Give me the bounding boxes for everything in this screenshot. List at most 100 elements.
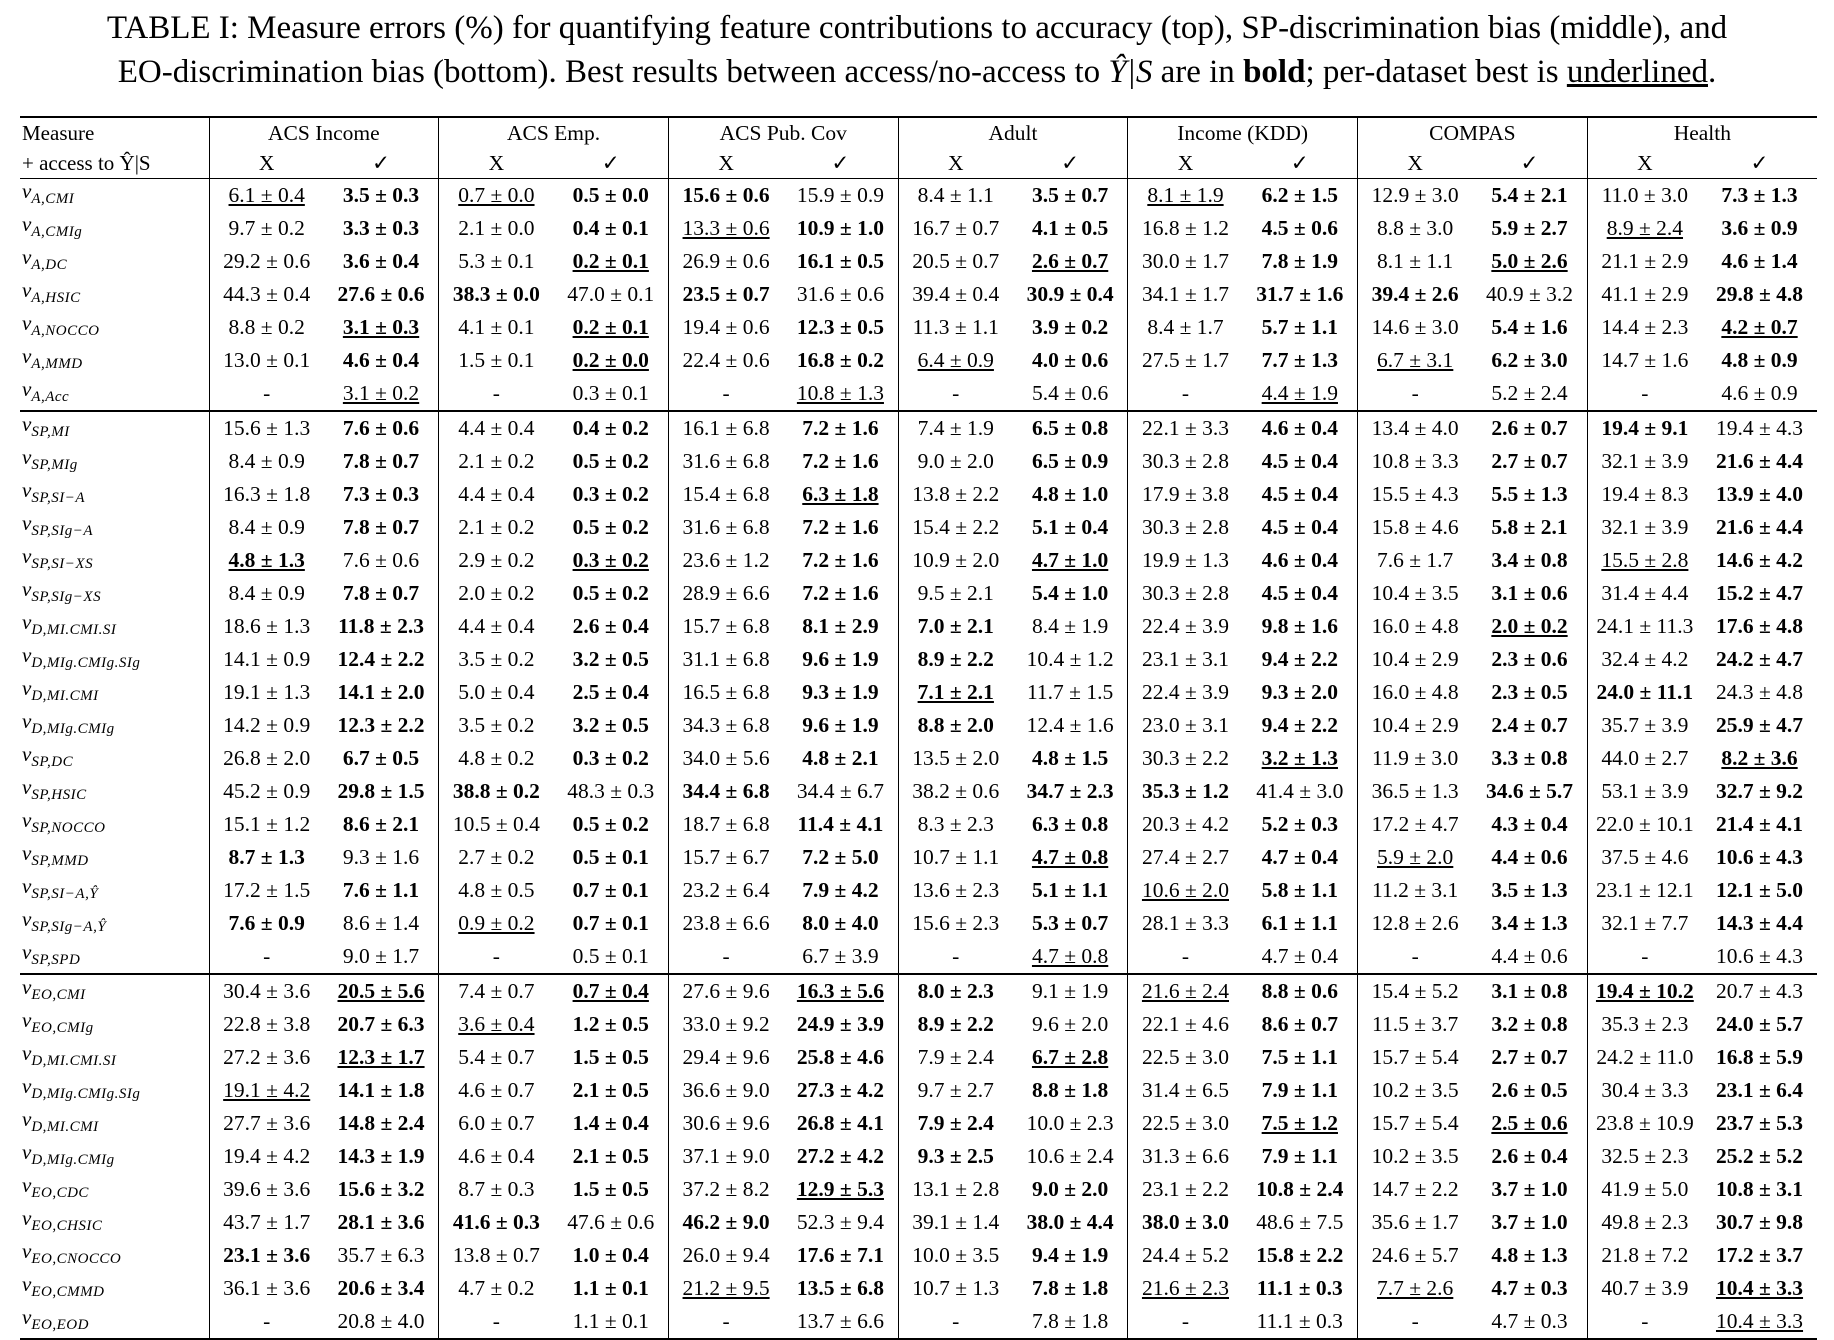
table-cell: 27.7 ± 3.6 [208,1107,324,1140]
table-cell: 25.9 ± 4.7 [1715,713,1804,737]
dataset-header: ACS Pub. Cov [667,117,899,148]
table-cell: 37.2 ± 8.2 [667,1173,784,1206]
table-cell: 3.5 ± 0.2 [438,709,554,742]
table-cell: 2.4 ± 0.7 [1491,713,1568,737]
measure-name: vA,HSIC [22,278,81,306]
table-cell: 0.7 ± 0.0 [438,178,554,212]
table-cell: 31.6 ± 0.6 [796,282,884,306]
table-cell: 7.9 ± 2.4 [897,1041,1013,1074]
caption-line-1: TABLE I: Measure errors (%) for quantify… [106,10,1728,46]
measure-name: vD,MI.CMI [22,676,99,704]
table-cell: 7.4 ± 1.9 [897,411,1013,445]
table-cell: 3.1 ± 0.8 [1491,979,1568,1003]
table-row: vEO,CNOCCO 23.1 ± 3.6 35.7 ± 6.3 13.8 ± 0.7… [20,1239,1817,1272]
table-cell: 11.8 ± 2.3 [338,614,424,638]
table-cell: 3.2 ± 0.5 [572,713,649,737]
table-row: vSP,SI−A 16.3 ± 1.8 7.3 ± 0.3 4.4 ± 0.4 0.3 … [20,478,1817,511]
table-cell: 15.7 ± 6.8 [667,610,784,643]
table-cell: 23.7 ± 5.3 [1715,1111,1804,1135]
table-cell: 20.7 ± 6.3 [337,1012,425,1036]
measure-name: vSP,SI−A,Ŷ [22,874,99,902]
table-cell: 23.1 ± 2.2 [1127,1173,1243,1206]
table-cell: 30.7 ± 9.8 [1715,1210,1804,1234]
table-cell: 24.9 ± 3.9 [796,1012,884,1036]
table-cell: 19.4 ± 8.3 [1586,478,1703,511]
table-cell: 2.7 ± 0.7 [1491,1045,1568,1069]
measure-name: vA,MMD [22,344,83,372]
table-cell: 23.2 ± 6.4 [667,874,784,907]
table-cell: 15.9 ± 0.9 [796,183,884,207]
table-cell: 52.3 ± 9.4 [796,1210,884,1234]
table-cell: 11.4 ± 4.1 [797,812,884,836]
table-cell: 5.8 ± 2.1 [1491,515,1568,539]
table-cell: 24.0 ± 5.7 [1715,1012,1804,1036]
table-cell: 23.1 ± 3.6 [208,1239,324,1272]
table-cell: 3.3 ± 0.3 [342,216,420,240]
table-cell: 14.8 ± 2.4 [337,1111,425,1135]
table-cell: 13.9 ± 4.0 [1715,482,1804,506]
table-cell: 4.5 ± 0.4 [1261,482,1338,506]
table-cell: 9.5 ± 2.1 [897,577,1013,610]
table-cell: 11.7 ± 1.5 [1026,680,1114,704]
table-cell: 34.0 ± 5.6 [667,742,784,775]
table-cell: 7.9 ± 4.2 [802,878,879,902]
table-cell: 48.6 ± 7.5 [1256,1210,1344,1234]
table-cell: 12.3 ± 0.5 [796,315,884,339]
table-cell: 30.4 ± 3.6 [208,974,324,1008]
table-cell: 3.7 ± 1.0 [1491,1177,1568,1201]
table-cell: 3.5 ± 1.3 [1491,878,1568,902]
table-cell: 6.5 ± 0.9 [1031,449,1109,473]
table-cell: 3.1 ± 0.3 [342,315,420,339]
table-cell: 4.0 ± 0.6 [1031,348,1109,372]
measure-header: Measure [22,121,95,145]
table-cell: 30.0 ± 1.7 [1127,245,1243,278]
table-cell: 12.9 ± 5.3 [796,1177,884,1201]
table-cell: 23.1 ± 6.4 [1715,1078,1804,1102]
table-cell: 11.1 ± 0.3 [1256,1309,1343,1333]
dataset-header: Income (KDD) [1127,117,1358,148]
table-cell: 7.2 ± 1.6 [802,416,879,440]
table-cell: 19.4 ± 4.2 [208,1140,324,1173]
table-cell: 8.8 ± 0.6 [1261,979,1338,1003]
table-cell: 13.3 ± 0.6 [667,212,784,245]
table-cell: 7.2 ± 1.6 [802,449,879,473]
table-cell: 13.6 ± 2.3 [897,874,1013,907]
table-cell: 3.9 ± 0.2 [1031,315,1109,339]
table-cell: 5.9 ± 2.7 [1491,216,1568,240]
table-row: vD,MIg.CMIg.SIg 19.1 ± 4.2 14.1 ± 1.8 4.6 ±… [20,1074,1817,1107]
table-cell: 14.4 ± 2.3 [1586,311,1703,344]
table-cell: 20.8 ± 4.0 [337,1309,425,1333]
table-cell: 6.3 ± 0.8 [1031,812,1109,836]
table-cell: 22.4 ± 3.9 [1127,676,1243,709]
table-cell: 4.8 ± 1.0 [1031,482,1109,506]
table-cell: 7.6 ± 1.1 [342,878,420,902]
table-cell: 39.1 ± 1.4 [897,1206,1013,1239]
table-cell: 10.6 ± 4.3 [1715,944,1804,968]
table-cell: 10.9 ± 2.0 [897,544,1013,577]
table-cell: 9.6 ± 1.9 [802,647,879,671]
table-cell: 8.1 ± 1.1 [1356,245,1473,278]
table-cell: 19.1 ± 4.2 [208,1074,324,1107]
table-cell: 8.0 ± 2.3 [897,974,1013,1008]
table-cell: 4.7 ± 0.3 [1491,1276,1568,1300]
table-row: vA,CMI 6.1 ± 0.4 3.5 ± 0.3 0.7 ± 0.0 0.5 ± 0… [20,178,1817,212]
table-cell: 16.0 ± 4.8 [1356,676,1473,709]
table-row: vSP,MIg 8.4 ± 0.9 7.8 ± 0.7 2.1 ± 0.2 0.5 ± … [20,445,1817,478]
table-cell: 7.7 ± 1.3 [1261,348,1338,372]
table-cell: - [667,377,784,411]
table-cell: 23.1 ± 3.1 [1127,643,1243,676]
table-cell: 53.1 ± 3.9 [1586,775,1703,808]
table-body: Measure ACS Income ACS Emp. ACS Pub. Cov… [20,117,1817,1339]
table-cell: 10.2 ± 3.5 [1356,1074,1473,1107]
table-cell: 8.8 ± 3.0 [1356,212,1473,245]
measure-name: vSP,SI−XS [22,544,94,572]
access-mark: ✓ [1750,151,1769,175]
table-cell: 10.8 ± 3.3 [1356,445,1473,478]
table-cell: 15.6 ± 2.3 [897,907,1013,940]
measure-name: vA,DC [22,245,68,273]
table-cell: 7.2 ± 1.6 [802,548,879,572]
table-cell: 4.4 ± 0.4 [438,610,554,643]
table-cell: 7.7 ± 2.6 [1356,1272,1473,1305]
table-cell: 10.6 ± 2.4 [1026,1144,1114,1168]
table-cell: 17.6 ± 4.8 [1715,614,1804,638]
